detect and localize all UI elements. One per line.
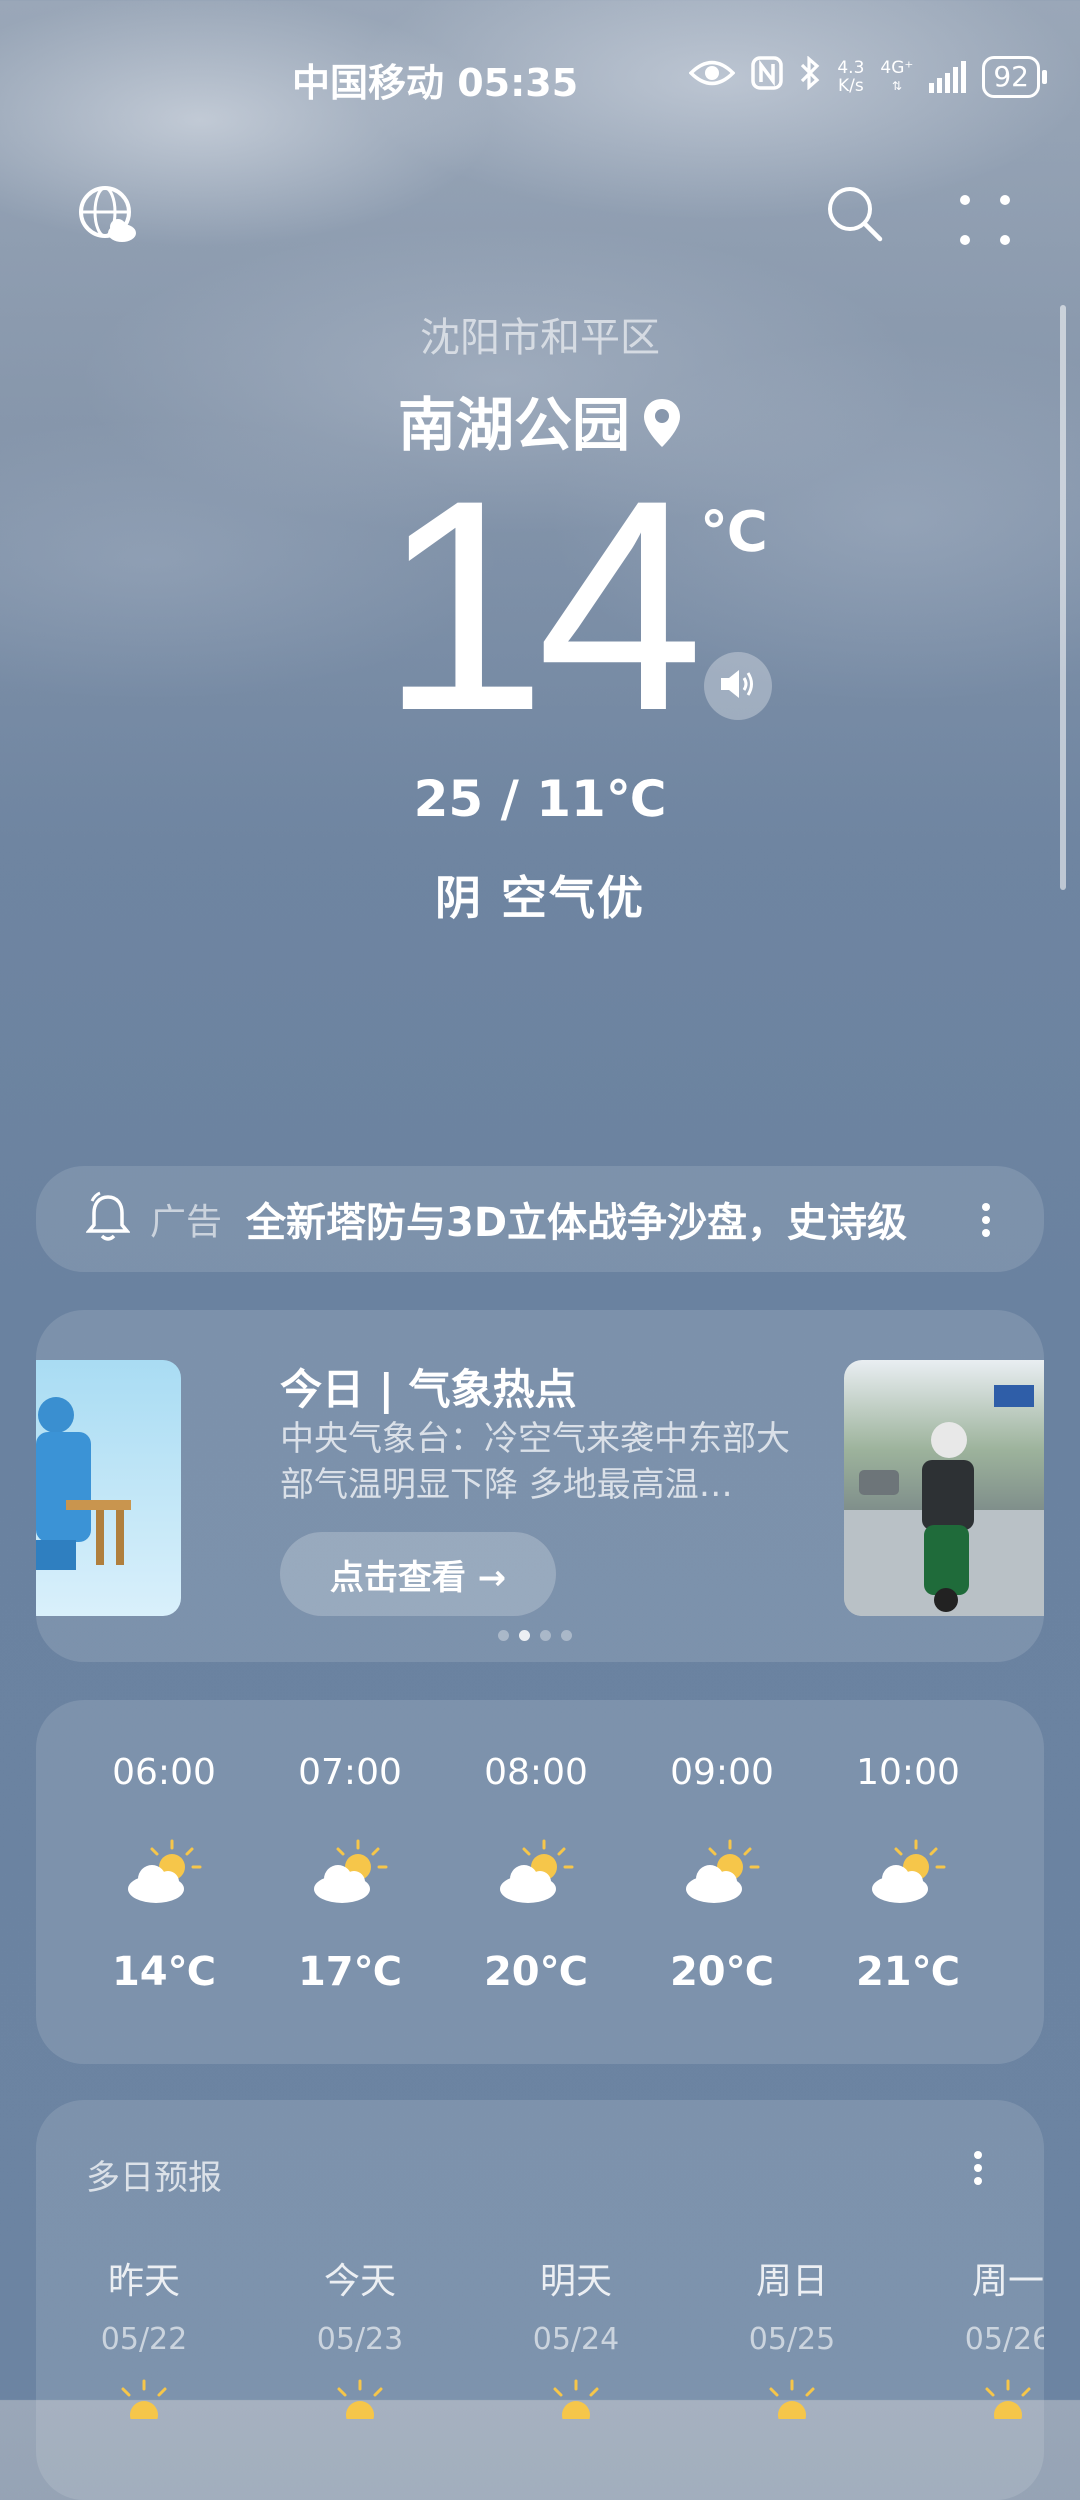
data-arrows-icon: ⇅ [891,79,902,93]
carousel-dot [498,1630,509,1641]
day-name: 周一 [971,2261,1044,2302]
daily-forecast-title: 多日预报 [86,2158,222,2198]
day-date: 05/22 [100,2322,188,2357]
hour-temperature: 14℃ [111,1949,217,1995]
speaker-icon [719,667,757,705]
hour-time: 07:00 [298,1752,402,1793]
view-news-button[interactable]: 点击查看 → [280,1532,556,1616]
partly-cloudy-icon [310,1837,390,1907]
ad-more-icon[interactable] [980,1202,992,1242]
news-thumbnail-left[interactable] [36,1360,181,1616]
bell-icon [85,1191,131,1247]
daily-item: 周一 05/26 [938,2252,1044,2429]
city-manage-icon[interactable] [78,185,138,245]
hour-time: 08:00 [484,1752,588,1793]
search-icon[interactable] [826,185,884,243]
partly-cloudy-icon [868,1837,948,1907]
nfc-icon [751,56,784,98]
eye-icon [688,58,736,96]
day-date: 05/23 [316,2322,404,2357]
day-date: 05/26 [964,2322,1044,2357]
day-name: 昨天 [107,2261,180,2302]
news-title: 今日 | 气象热点 [280,1365,577,1414]
hour-temperature: 17℃ [297,1949,403,1995]
hourly-item: 06:00 14℃ [84,1752,244,1995]
daily-item: 明天 05/24 [506,2252,646,2429]
status-bar: 中国移动 05:35 4.3 K/s 4G⁺ ⇅ 92 [0,52,1080,108]
ad-text[interactable]: 全新塔防与3D立体战争沙盘，史诗级 [246,1190,936,1248]
ad-banner[interactable]: 广告 全新塔防与3D立体战争沙盘，史诗级 [36,1166,1044,1272]
day-date: 05/24 [532,2322,620,2357]
daily-more-icon[interactable] [972,2150,984,2190]
network-type: 4G⁺ ⇅ [880,59,913,95]
day-date: 05/25 [748,2322,836,2357]
temperature-range: 25 / 11℃ [413,770,667,828]
partly-cloudy-icon [124,1837,204,1907]
hour-temperature: 20℃ [669,1949,775,1995]
network-label: 4G⁺ [880,58,914,78]
carousel-dots [498,1630,572,1641]
hourly-item: 08:00 20℃ [456,1752,616,1995]
ad-tag: 广告 [150,1202,223,1243]
hourly-forecast-card[interactable]: 06:00 14℃ 07:00 17℃ 08:00 20℃ 09:00 20℃ 10:00 21℃… [36,1700,1044,2064]
sun-icon [506,2379,646,2429]
temperature-unit: ℃ [700,500,768,565]
carousel-dot [519,1630,530,1641]
day-name: 今天 [323,2261,396,2302]
sun-icon [290,2379,430,2429]
weather-condition[interactable]: 阴 空气优 [0,862,1080,928]
hourly-item: 11 2 [1014,1752,1044,1995]
hourly-item: 07:00 17℃ [270,1752,430,1995]
hour-time: 10:00 [856,1752,960,1793]
network-speed: 4.3 K/s [837,59,864,95]
hourly-item: 10:00 21℃ [828,1752,988,1995]
daily-item: 昨天 05/22 [74,2252,214,2429]
daily-forecast-card[interactable]: 多日预报 昨天 05/22 今天 05/23 明天 05/24 周日 05/25 周一 05/26 [36,2100,1044,2500]
battery-indicator: 92 [982,56,1047,98]
carousel-dot [540,1630,551,1641]
more-menu-icon[interactable] [960,195,1010,245]
voice-broadcast-button[interactable] [704,652,772,720]
partly-cloudy-icon [496,1837,576,1907]
bluetooth-icon [799,55,821,98]
sun-icon [722,2379,862,2429]
hour-time: 06:00 [112,1752,216,1793]
news-description: 中央气象台：冷空气来袭中东部大部气温明显下降 多地最高温… [280,1419,790,1505]
hour-temperature: 21℃ [855,1949,961,1995]
daily-item: 今天 05/23 [290,2252,430,2429]
carousel-dot [561,1630,572,1641]
day-name: 明天 [539,2261,612,2302]
hour-time: 09:00 [670,1752,774,1793]
hour-temperature: 2 [1014,1949,1044,1995]
speed-unit: K/s [838,76,864,96]
signal-icon [929,61,967,93]
current-temperature: 14 [380,437,704,773]
district-label: 沈阳市和平区 [420,315,660,361]
sun-icon [938,2379,1044,2429]
weather-news-card[interactable]: 今日 | 气象热点 中央气象台：冷空气来袭中东部大部气温明显下降 多地最高温… … [36,1310,1044,1662]
news-thumbnail-right[interactable] [844,1360,1044,1616]
speed-value: 4.3 [837,58,865,78]
status-icons: 4.3 K/s 4G⁺ ⇅ 92 [688,55,1047,98]
hour-temperature: 20℃ [483,1949,589,1995]
day-name: 周日 [755,2261,828,2302]
hour-time: 11 [1014,1752,1044,1793]
hourly-item: 09:00 20℃ [642,1752,802,1995]
carrier-time: 中国移动 05:35 [292,61,579,105]
partly-cloudy-icon [682,1837,762,1907]
sun-icon [74,2379,214,2429]
daily-item: 周日 05/25 [722,2252,862,2429]
